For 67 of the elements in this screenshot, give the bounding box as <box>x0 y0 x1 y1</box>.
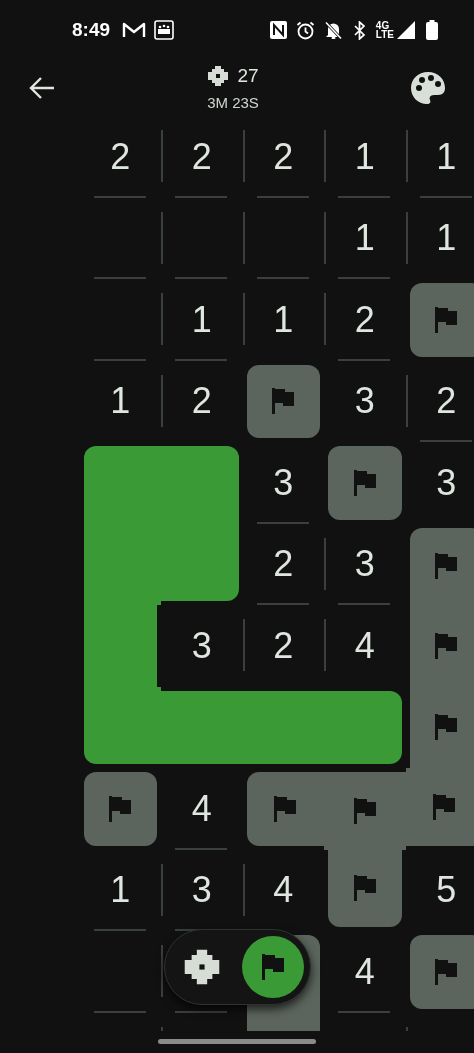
flag-tile[interactable] <box>409 935 474 1009</box>
cell-number[interactable]: 4 <box>273 872 294 909</box>
cell-number[interactable]: 2 <box>273 138 294 175</box>
cell-number[interactable]: 4 <box>354 627 375 664</box>
elapsed-timer: 3M 23S <box>207 93 259 113</box>
flag-tile[interactable] <box>409 527 474 605</box>
status-time: 8:49 <box>72 17 111 42</box>
flag-tile[interactable] <box>246 364 320 438</box>
flag-icon <box>270 387 297 416</box>
mine-counter: 27 <box>237 63 259 88</box>
cell-number[interactable]: 2 <box>191 383 212 420</box>
flag-icon <box>272 794 299 823</box>
mine-icon <box>183 948 221 986</box>
alarm-icon <box>295 20 315 40</box>
cell-number[interactable]: 4 <box>191 790 212 827</box>
bell-off-icon <box>323 20 343 40</box>
palette-icon[interactable] <box>410 71 446 105</box>
cell-number[interactable]: 3 <box>436 464 457 501</box>
flag-icon <box>351 468 378 497</box>
cell-number[interactable]: 3 <box>273 464 294 501</box>
cell-number[interactable]: 4 <box>354 953 375 990</box>
flag-icon <box>260 953 286 981</box>
flag-icon <box>433 631 460 660</box>
mail-icon <box>122 21 147 39</box>
flag-icon <box>351 796 378 825</box>
cell-number[interactable]: 2 <box>273 627 294 664</box>
bluetooth-icon <box>353 20 366 40</box>
cell-number[interactable]: 1 <box>110 872 131 909</box>
cell-number[interactable]: 1 <box>110 383 131 420</box>
cell-number[interactable]: 1 <box>191 301 212 338</box>
cell-number[interactable]: 1 <box>354 220 375 257</box>
nfc-icon <box>269 21 287 39</box>
flag-icon <box>351 874 378 903</box>
flag-tile[interactable] <box>246 772 324 846</box>
flag-icon <box>433 552 460 581</box>
cell-number[interactable]: 1 <box>354 138 375 175</box>
photo-icon <box>154 20 175 40</box>
battery-icon <box>426 20 438 40</box>
cell-number[interactable]: 5 <box>436 872 457 909</box>
flag-icon <box>433 305 460 334</box>
flag-icon <box>433 713 460 742</box>
flag-icon <box>433 957 460 986</box>
cell-number[interactable]: 2 <box>436 383 457 420</box>
flag-tile[interactable] <box>409 283 474 357</box>
flag-icon <box>431 792 458 821</box>
network-type-label: 4G <box>375 21 390 30</box>
cell-number[interactable]: 2 <box>273 546 294 583</box>
cell-number[interactable]: 3 <box>354 546 375 583</box>
cell-number[interactable]: 2 <box>354 301 375 338</box>
network-type-label: LTE <box>375 30 394 39</box>
flag-tile[interactable] <box>83 772 157 846</box>
cell-number[interactable]: 1 <box>436 220 457 257</box>
flag-tile[interactable] <box>328 446 402 520</box>
flag-mode-button[interactable] <box>242 936 304 998</box>
covered-tile[interactable] <box>324 690 402 764</box>
cell-number[interactable]: 3 <box>191 872 212 909</box>
mine-icon <box>207 64 230 87</box>
flag-tile[interactable] <box>328 849 402 927</box>
cell-number[interactable]: 2 <box>110 138 131 175</box>
flag-icon <box>107 794 134 823</box>
cell-number[interactable]: 1 <box>273 301 294 338</box>
cell-number[interactable]: 3 <box>191 627 212 664</box>
back-arrow-icon[interactable] <box>28 76 56 100</box>
cell-number[interactable]: 3 <box>354 383 375 420</box>
cell-number[interactable]: 1 <box>436 138 457 175</box>
cell-number[interactable]: 2 <box>191 138 212 175</box>
signal-icon <box>396 20 416 40</box>
